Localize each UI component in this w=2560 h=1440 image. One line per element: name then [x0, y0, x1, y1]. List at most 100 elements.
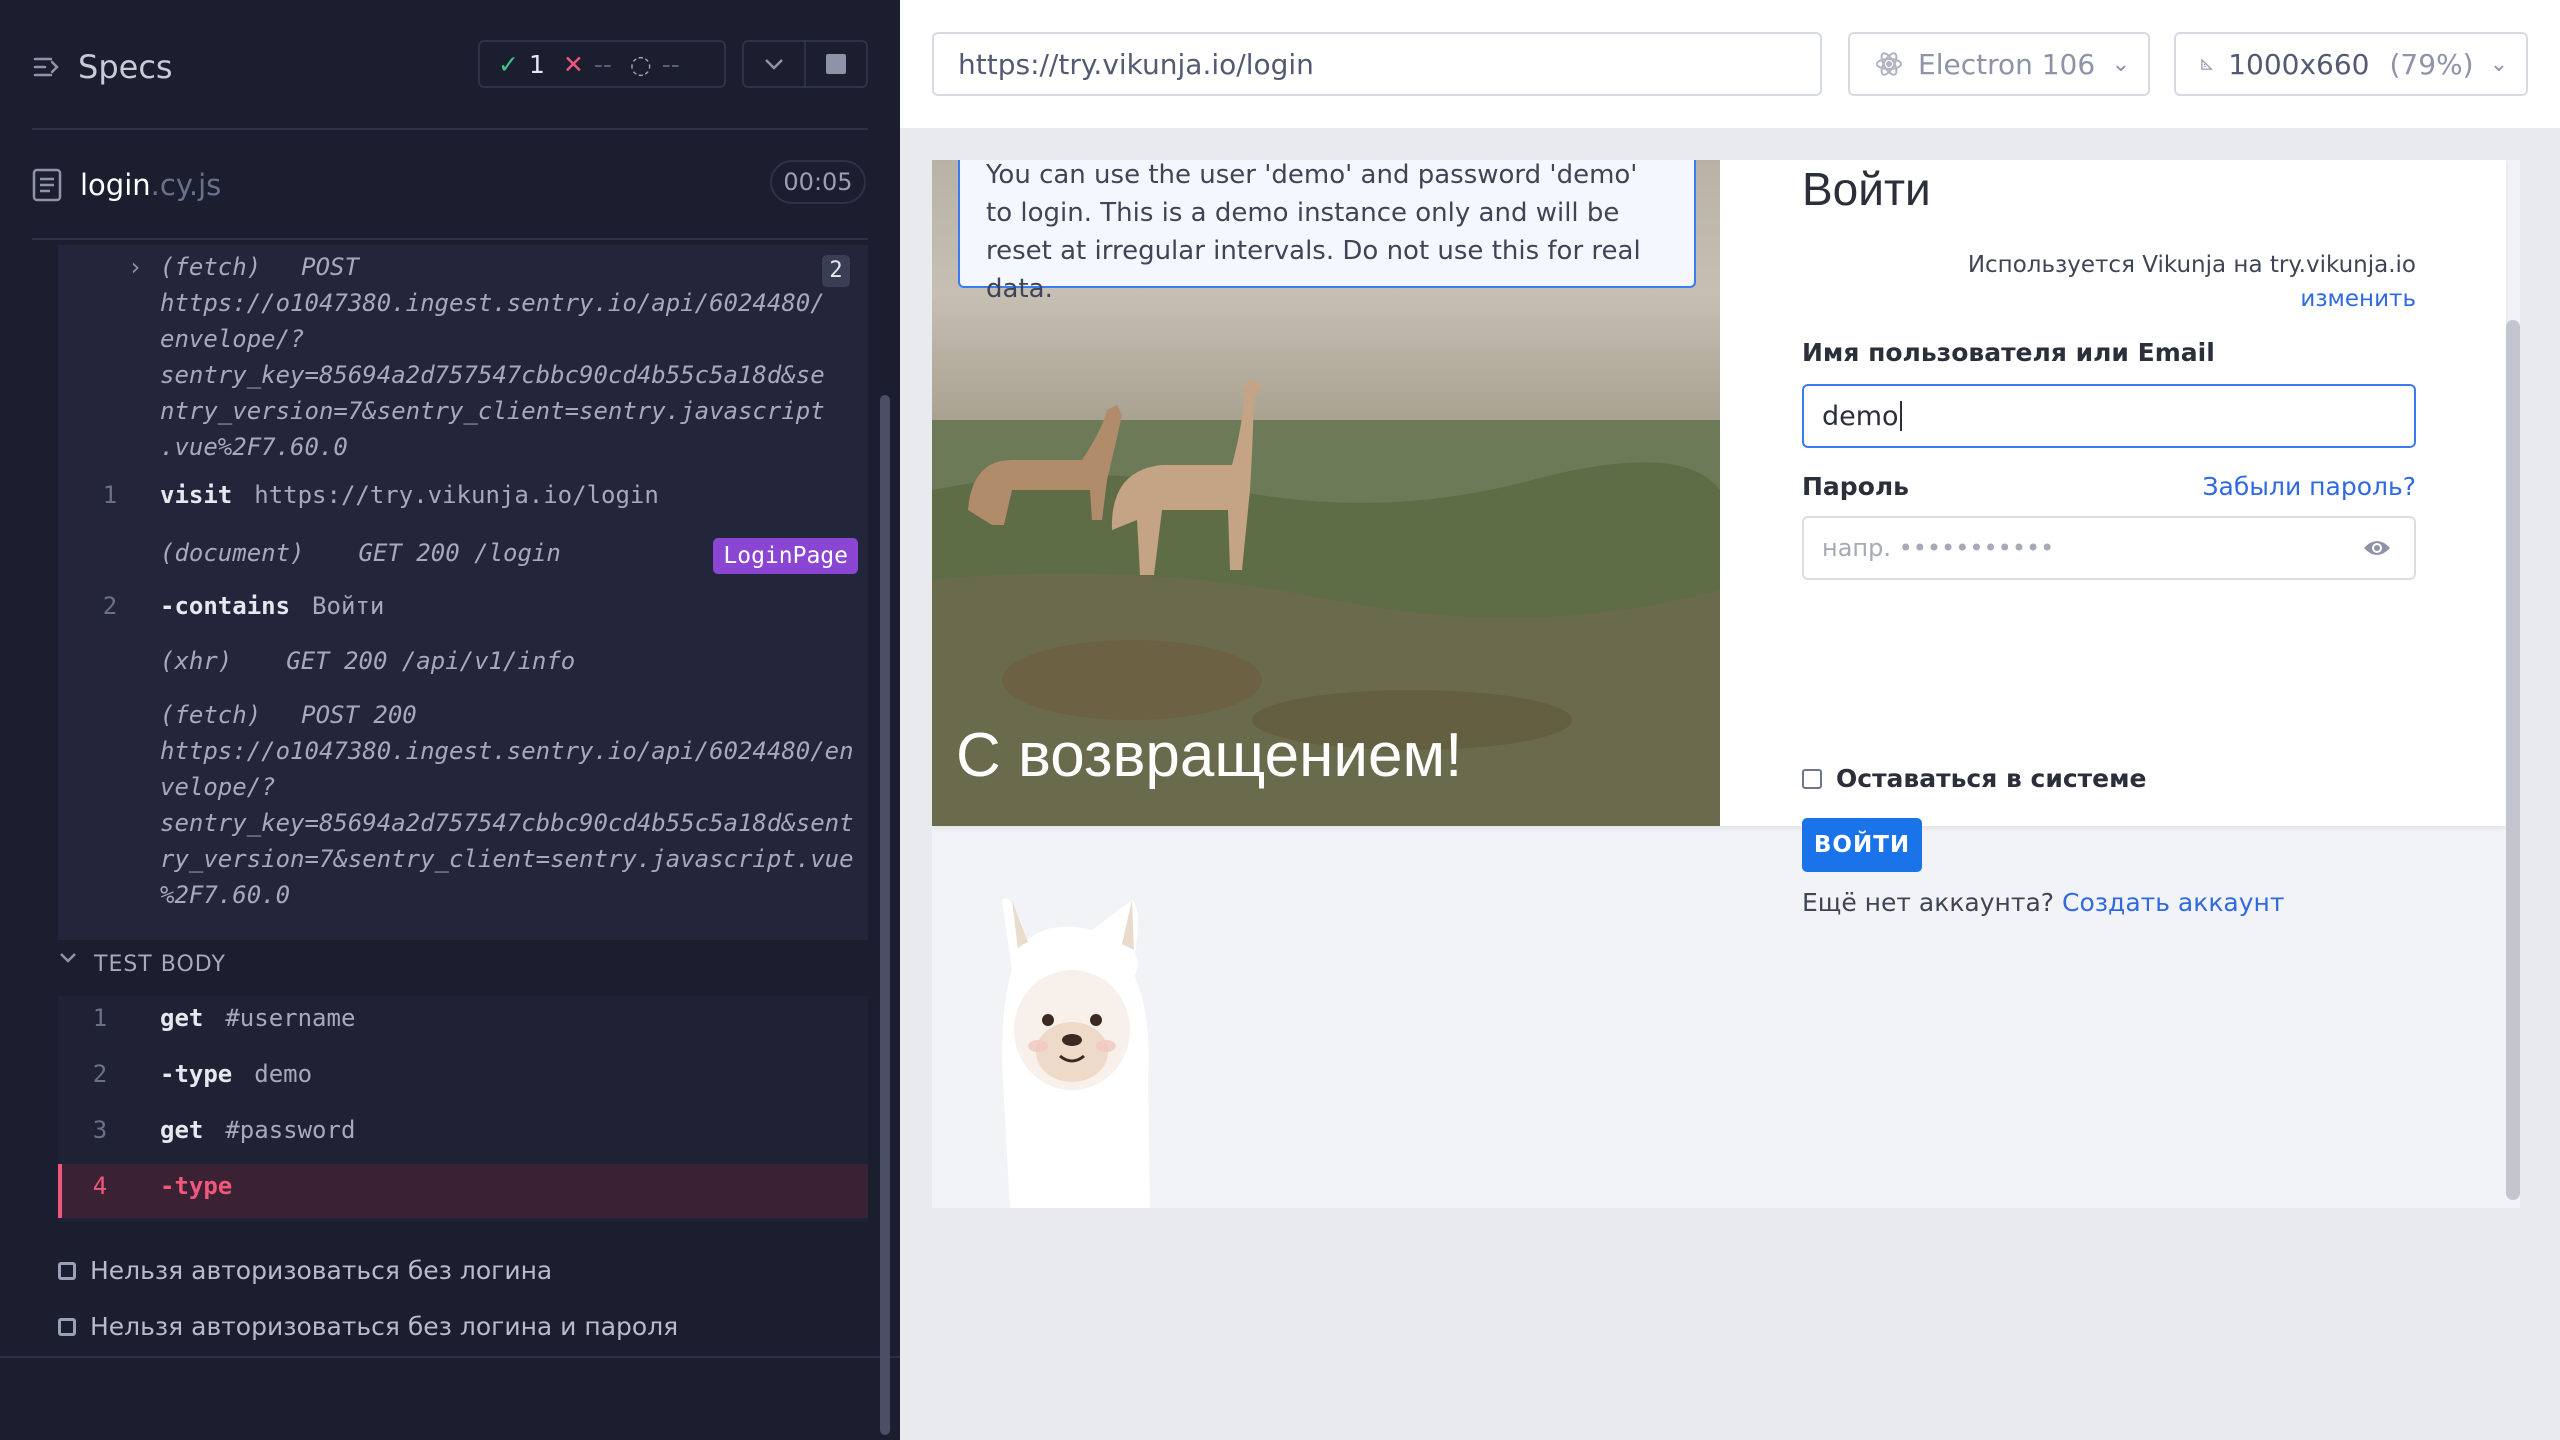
specs-list-icon[interactable]	[32, 52, 62, 82]
viewport-zoom: (79%)	[2389, 47, 2474, 81]
password-label: Пароль	[1802, 472, 1909, 501]
failed-count: --	[593, 49, 612, 79]
remember-label: Оставаться в системе	[1836, 764, 2147, 793]
file-icon	[32, 168, 62, 202]
check-icon: ✓	[498, 49, 519, 79]
viewport-selector[interactable]: 1000x660 (79%) ⌄	[2174, 32, 2528, 96]
test-title: Нельзя авторизоваться без логина	[90, 1256, 553, 1285]
count-badge: 2	[822, 255, 850, 287]
command-row[interactable]: 2 -contains Войти	[58, 588, 868, 632]
app-scrollbar[interactable]	[2506, 320, 2520, 1200]
login-card: You can use the user 'demo' and password…	[932, 160, 2506, 917]
pending-count: --	[661, 49, 680, 79]
chevron-right-icon: ›	[128, 253, 143, 281]
login-button[interactable]: ВОЙТИ	[1802, 818, 1922, 872]
url-bar[interactable]: https://try.vikunja.io/login	[932, 32, 1822, 96]
command-index: 2	[102, 592, 118, 620]
chevron-down-icon: ⌄	[2489, 51, 2508, 77]
aut-panel: https://try.vikunja.io/login Electron 10…	[900, 0, 2560, 1440]
ruler-icon	[2201, 58, 2213, 70]
divider	[32, 128, 868, 130]
expand-button[interactable]	[744, 42, 804, 86]
command-body: (fetch) POST https://o1047380.ingest.sent…	[160, 253, 825, 461]
command-arg: #password	[225, 1116, 356, 1144]
spec-duration: 00:05	[770, 160, 866, 204]
test-item[interactable]: Нельзя авторизоваться без логина и парол…	[58, 1312, 678, 1341]
command-row[interactable]: (xhr) GET 200 /api/v1/info	[58, 643, 868, 687]
alias-badge: LoginPage	[713, 538, 858, 574]
electron-icon	[1876, 52, 1902, 76]
command-index: 1	[92, 1004, 108, 1032]
app-frame: You can use the user 'demo' and password…	[932, 160, 2520, 1208]
server-info: Используется Vikunja на try.vikunja.io	[1967, 252, 2416, 278]
command-row[interactable]: 3 get #password	[58, 1112, 868, 1156]
test-title: Нельзя авторизоваться без логина и парол…	[90, 1312, 679, 1341]
command-index: 1	[102, 481, 118, 509]
command-arg: #username	[225, 1004, 356, 1032]
command-name: -type	[160, 1060, 233, 1088]
command-log: › (fetch) POST https://o1047380.ingest.se…	[58, 245, 868, 940]
pending-test-icon	[58, 1261, 76, 1280]
hero-image: You can use the user 'demo' and password…	[932, 160, 1720, 826]
passed-stat: ✓ 1	[498, 50, 545, 79]
command-name: get	[160, 1004, 204, 1032]
command-row[interactable]: › (fetch) POST https://o1047380.ingest.se…	[58, 249, 868, 469]
page-title: Войти	[1802, 163, 1931, 215]
pending-stat: ◌ --	[630, 50, 680, 79]
username-value: demo	[1822, 400, 1899, 432]
command-arg: demo	[254, 1060, 313, 1088]
specs-title[interactable]: Specs	[78, 48, 173, 86]
llama-mascot	[1002, 898, 1150, 1208]
test-item[interactable]: Нельзя авторизоваться без логина	[58, 1256, 552, 1285]
command-row[interactable]: (fetch) POST 200 https://o1047380.ingest.…	[58, 697, 868, 927]
failed-stat: ✕ --	[563, 50, 612, 79]
browser-label: Electron 106	[1918, 47, 2096, 81]
chevron-down-icon	[765, 59, 783, 70]
command-row[interactable]: 1 get #username	[58, 1000, 868, 1044]
spec-filename: login.cy.js	[80, 168, 222, 202]
x-icon: ✕	[562, 49, 584, 79]
divider	[0, 1356, 900, 1358]
forgot-password-link[interactable]: Забыли пароль?	[2203, 472, 2417, 501]
command-index: 2	[92, 1060, 108, 1088]
register-prompt: Ещё нет аккаунта? Создать аккаунт	[1802, 888, 2285, 917]
password-placeholder: напр. •••••••••••	[1822, 534, 2055, 562]
create-account-link[interactable]: Создать аккаунт	[2062, 888, 2284, 917]
username-label: Имя пользователя или Email	[1802, 338, 2215, 367]
stop-button[interactable]	[804, 42, 866, 86]
command-row-failing[interactable]: 4 -type	[58, 1168, 868, 1212]
viewport-size: 1000x660	[2228, 47, 2370, 81]
hero-heading: С возвращением!	[956, 721, 1463, 790]
command-arg: https://try.vikunja.io/login	[254, 481, 659, 509]
eye-icon[interactable]	[2362, 536, 2392, 560]
test-body: 1 get #username 2 -type demo 3 get #passwor…	[58, 996, 868, 1222]
divider	[32, 238, 868, 240]
text-caret	[1899, 401, 1902, 431]
password-input[interactable]: напр. •••••••••••	[1802, 516, 2416, 580]
command-row[interactable]: (document) GET 200 /login LoginPage	[58, 535, 868, 579]
reporter-header: Specs ✓ 1 ✕ -- ◌ --	[0, 0, 900, 130]
command-name: -type	[160, 1172, 233, 1200]
command-name: get	[160, 1116, 204, 1144]
aut-toolbar: https://try.vikunja.io/login Electron 10…	[900, 0, 2560, 128]
remember-checkbox[interactable]	[1802, 768, 1822, 789]
command-name: visit	[160, 481, 233, 509]
stats-summary: ✓ 1 ✕ -- ◌ --	[478, 40, 726, 88]
command-row[interactable]: 2 -type demo	[58, 1056, 868, 1100]
reporter-scrollbar[interactable]	[880, 395, 890, 1435]
command-arg: Войти	[312, 592, 385, 620]
chevron-down-icon: ⌄	[2111, 51, 2130, 77]
stop-icon	[826, 54, 846, 74]
spec-row[interactable]: login.cy.js 00:05	[0, 150, 900, 220]
command-row[interactable]: 1 visit https://try.vikunja.io/login	[58, 477, 868, 521]
pending-test-icon	[58, 1317, 76, 1336]
command-index: 4	[92, 1172, 108, 1200]
chevron-down-icon	[60, 953, 76, 963]
remember-me[interactable]: Оставаться в системе	[1802, 764, 2147, 793]
demo-message: You can use the user 'demo' and password…	[958, 160, 1696, 304]
change-server-link[interactable]: изменить	[2300, 286, 2416, 312]
browser-selector[interactable]: Electron 106 ⌄	[1848, 32, 2150, 96]
reporter-panel: Specs ✓ 1 ✕ -- ◌ -- login.cy.js 00:05 › …	[0, 0, 900, 1440]
passed-count: 1	[528, 49, 545, 79]
username-input[interactable]: demo	[1802, 384, 2416, 448]
